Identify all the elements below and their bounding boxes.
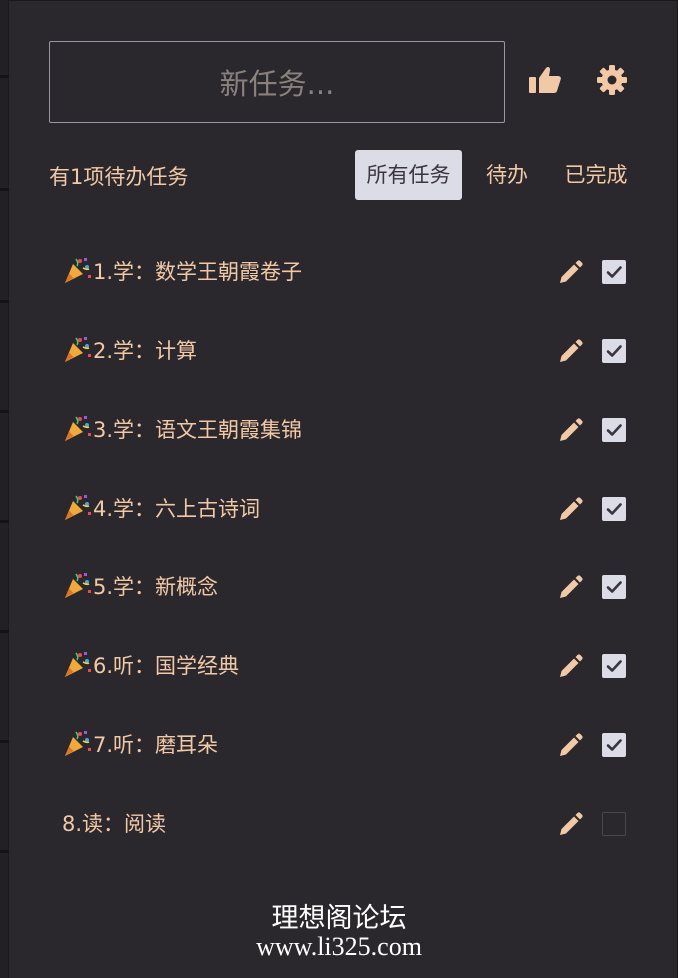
task-item: 1.学：数学王朝霞卷子: [62, 250, 642, 294]
pencil-icon[interactable]: [555, 337, 585, 367]
pending-count: 有1项待办任务: [49, 165, 189, 189]
party-popper-icon: [65, 573, 91, 598]
party-popper-icon: [65, 337, 91, 362]
task-item: 4.学：六上古诗词: [62, 487, 642, 531]
new-task-input[interactable]: 新任务...: [49, 41, 505, 123]
task-item: 7.听：磨耳朵: [62, 723, 642, 767]
app-window: 新任务... 有1项待办任务 所有任务 待办 已完成 1.学：数学王朝霞卷子 2.…: [0, 0, 678, 978]
watermark-title: 理想阁论坛: [271, 903, 407, 934]
task-text: 1.学：数学王朝霞卷子: [93, 260, 303, 284]
party-popper-icon: [65, 416, 91, 441]
tab-all-tasks[interactable]: 所有任务: [355, 150, 462, 200]
window-top-border: [0, 0, 678, 1]
task-text: 5.学：新概念: [93, 575, 219, 599]
pencil-icon[interactable]: [555, 731, 585, 761]
task-text: 8.读：阅读: [62, 812, 167, 836]
watermark-url: www.li325.com: [256, 932, 422, 961]
task-checkbox[interactable]: [602, 418, 626, 442]
task-item: 3.学：语文王朝霞集锦: [62, 408, 642, 452]
party-popper-icon: [65, 652, 91, 677]
task-label: 7.听：磨耳朵: [62, 723, 218, 767]
task-label: 5.学：新概念: [62, 565, 218, 609]
task-text: 7.听：磨耳朵: [93, 733, 219, 757]
task-label: 1.学：数学王朝霞卷子: [62, 250, 302, 294]
task-label: 2.学：计算: [62, 329, 197, 373]
new-task-placeholder: 新任务...: [219, 67, 335, 101]
task-checkbox[interactable]: [602, 654, 626, 678]
pencil-icon[interactable]: [555, 810, 585, 840]
tab-pending[interactable]: 待办: [476, 150, 538, 200]
task-label: 3.学：语文王朝霞集锦: [62, 408, 302, 452]
gear-icon[interactable]: [592, 60, 632, 100]
task-label: 4.学：六上古诗词: [62, 487, 260, 531]
task-item: 8.读：阅读: [62, 802, 642, 846]
task-checkbox[interactable]: [602, 733, 626, 757]
task-checkbox[interactable]: [602, 812, 626, 836]
task-text: 2.学：计算: [93, 339, 198, 363]
task-label: 6.听：国学经典: [62, 644, 239, 688]
task-checkbox[interactable]: [602, 260, 626, 284]
task-text: 3.学：语文王朝霞集锦: [93, 418, 303, 442]
task-checkbox[interactable]: [602, 497, 626, 521]
task-item: 6.听：国学经典: [62, 644, 642, 688]
task-text: 6.听：国学经典: [93, 654, 240, 678]
party-popper-icon: [65, 258, 91, 283]
pencil-icon[interactable]: [555, 416, 585, 446]
pencil-icon[interactable]: [555, 495, 585, 525]
pencil-icon[interactable]: [555, 573, 585, 603]
left-window-edge: [0, 0, 9, 978]
task-text: 4.学：六上古诗词: [93, 497, 261, 521]
thumbs-up-icon[interactable]: [525, 60, 565, 100]
pencil-icon[interactable]: [555, 652, 585, 682]
task-checkbox[interactable]: [602, 339, 626, 363]
party-popper-icon: [65, 731, 91, 756]
task-checkbox[interactable]: [602, 575, 626, 599]
task-label: 8.读：阅读: [62, 802, 166, 846]
task-item: 2.学：计算: [62, 329, 642, 373]
tab-completed[interactable]: 已完成: [553, 150, 639, 200]
pencil-icon[interactable]: [555, 258, 585, 288]
task-item: 5.学：新概念: [62, 565, 642, 609]
party-popper-icon: [65, 495, 91, 520]
